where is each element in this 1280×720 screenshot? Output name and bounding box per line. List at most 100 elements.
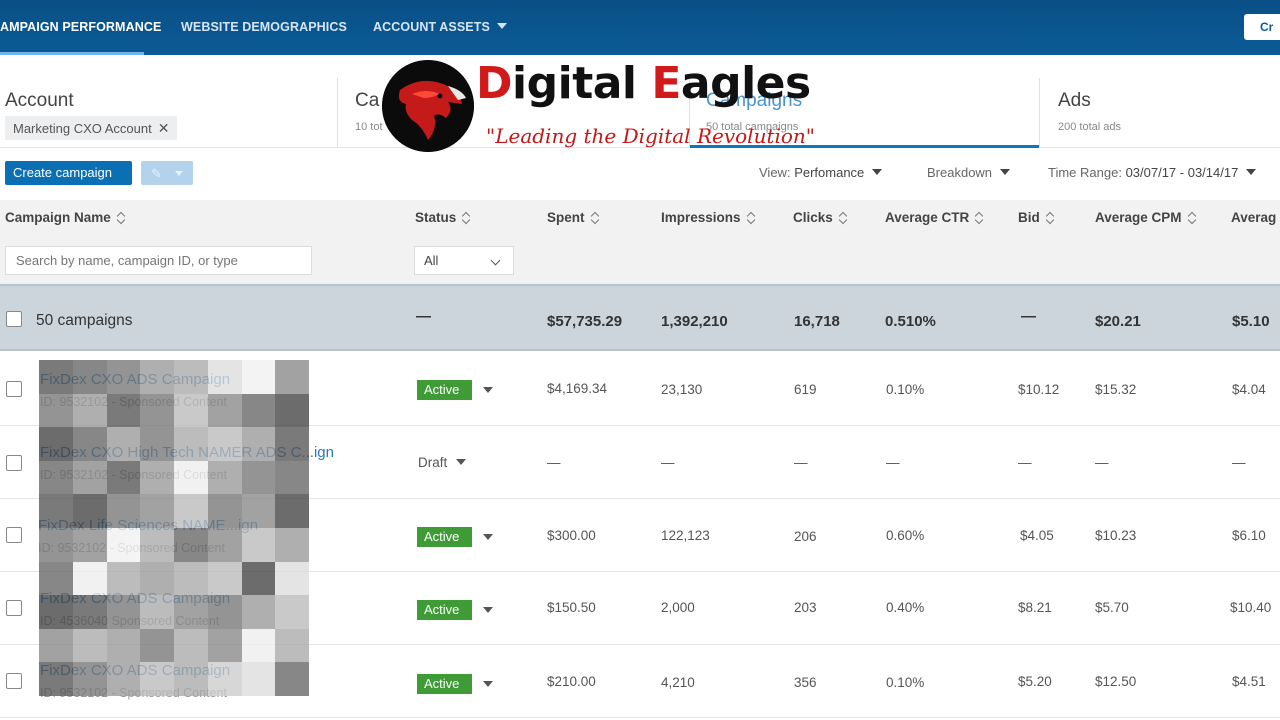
cell-cpm: $12.50 bbox=[1095, 674, 1137, 689]
chevron-down-icon bbox=[1246, 169, 1257, 175]
view-dropdown[interactable]: View: Perfomance bbox=[759, 165, 883, 180]
chevron-down-icon[interactable] bbox=[483, 607, 493, 613]
table-row[interactable]: FixDex Life Sciences NAME...ign ID: 9532… bbox=[0, 499, 1280, 572]
panel-account[interactable]: Account Marketing CXO Account ✕ bbox=[0, 78, 338, 148]
campaign-name-link[interactable]: FixDex CXO ADS Campaign bbox=[40, 662, 230, 679]
col-average-ctr[interactable]: Average CTR bbox=[885, 210, 984, 225]
cell-ctr: — bbox=[886, 455, 900, 470]
col-status[interactable]: Status bbox=[415, 210, 471, 225]
logo-tagline: "Leading the Digital Revolution" bbox=[486, 124, 816, 148]
bulk-edit-button[interactable]: ✎ bbox=[141, 161, 193, 185]
cell-spent: — bbox=[547, 455, 561, 470]
cell-impressions: — bbox=[661, 455, 675, 470]
row-checkbox[interactable] bbox=[6, 455, 22, 471]
campaign-name-link[interactable]: FixDex CXO High Tech NAMER ADS C...ign bbox=[40, 444, 334, 461]
chevron-down-icon bbox=[175, 171, 183, 176]
totals-bid: — bbox=[1021, 308, 1036, 325]
logo-wordmark: Digital Eagles bbox=[476, 58, 811, 109]
filter-row: All bbox=[0, 236, 1280, 284]
account-chip-label: Marketing CXO Account bbox=[13, 121, 152, 136]
cell-avg: — bbox=[1232, 455, 1246, 470]
tab-campaign-performance[interactable]: AMPAIGN PERFORMANCE bbox=[0, 20, 161, 34]
cell-cpm: $15.32 bbox=[1095, 382, 1137, 397]
top-nav: AMPAIGN PERFORMANCE WEBSITE DEMOGRAPHICS… bbox=[0, 0, 1280, 55]
col-spent[interactable]: Spent bbox=[547, 210, 600, 225]
select-all-checkbox[interactable] bbox=[6, 311, 22, 327]
cell-clicks: 619 bbox=[794, 382, 817, 397]
sort-icon bbox=[747, 211, 756, 224]
time-range-dropdown[interactable]: Time Range: 03/07/17 - 03/14/17 bbox=[1048, 165, 1257, 180]
cell-impressions: 4,210 bbox=[661, 675, 695, 690]
col-bid[interactable]: Bid bbox=[1018, 210, 1055, 225]
row-checkbox[interactable] bbox=[6, 600, 22, 616]
tab-website-demographics[interactable]: WEBSITE DEMOGRAPHICS bbox=[181, 20, 347, 34]
cell-ctr: 0.10% bbox=[886, 382, 925, 397]
totals-impressions: 1,392,210 bbox=[661, 313, 728, 330]
status-badge: Active bbox=[417, 380, 472, 400]
cell-cpm: $5.70 bbox=[1095, 600, 1129, 615]
tab-account-assets[interactable]: ACCOUNT ASSETS bbox=[373, 20, 507, 34]
row-checkbox[interactable] bbox=[6, 381, 22, 397]
col-campaign-name[interactable]: Campaign Name bbox=[5, 210, 126, 225]
create-menu-button[interactable]: Cr bbox=[1244, 14, 1280, 40]
breakdown-label: Breakdown bbox=[927, 165, 993, 180]
status-badge: Active bbox=[417, 527, 472, 547]
status-dropdown[interactable]: Draft bbox=[418, 455, 467, 470]
close-icon[interactable]: ✕ bbox=[158, 120, 170, 136]
totals-clicks: 16,718 bbox=[794, 313, 840, 330]
digital-eagles-logo: Digital Eagles "Leading the Digital Revo… bbox=[380, 58, 840, 156]
status-filter-select[interactable]: All bbox=[414, 246, 514, 275]
row-checkbox[interactable] bbox=[6, 673, 22, 689]
cell-impressions: 23,130 bbox=[661, 382, 703, 397]
time-range-label: Time Range: bbox=[1048, 165, 1122, 180]
chevron-down-icon[interactable] bbox=[483, 387, 493, 393]
col-average-cpc[interactable]: Averag bbox=[1231, 210, 1276, 225]
panel-ads-title: Ads bbox=[1058, 90, 1091, 111]
cell-impressions: 2,000 bbox=[661, 600, 695, 615]
sort-icon bbox=[1188, 211, 1197, 224]
chevron-down-icon bbox=[456, 459, 467, 465]
chevron-down-icon[interactable] bbox=[483, 534, 493, 540]
cell-spent: $4,169.34 bbox=[547, 381, 608, 396]
table-row[interactable]: FixDex CXO ADS Campaign ID: 9532102 - Sp… bbox=[0, 645, 1280, 718]
totals-row: 50 campaigns — $57,735.29 1,392,210 16,7… bbox=[0, 284, 1280, 351]
status-filter-value: All bbox=[424, 253, 439, 268]
tab-account-assets-label: ACCOUNT ASSETS bbox=[373, 20, 490, 34]
chevron-down-icon[interactable] bbox=[483, 681, 493, 687]
view-label: View: bbox=[759, 165, 791, 180]
cell-bid: $8.21 bbox=[1018, 600, 1052, 615]
col-average-cpm[interactable]: Average CPM bbox=[1095, 210, 1197, 225]
totals-spent: $57,735.29 bbox=[547, 313, 623, 330]
sort-icon bbox=[462, 211, 471, 224]
view-value: Perfomance bbox=[794, 165, 865, 180]
campaign-name-link[interactable]: FixDex CXO ADS Campaign bbox=[40, 371, 230, 388]
cell-spent: $300.00 bbox=[547, 528, 596, 543]
status-badge: Active bbox=[417, 600, 472, 620]
cell-clicks: 203 bbox=[794, 600, 817, 615]
col-clicks[interactable]: Clicks bbox=[793, 210, 848, 225]
panel-ads[interactable]: Ads 200 total ads bbox=[1040, 78, 1280, 148]
cell-avg: $4.04 bbox=[1232, 382, 1266, 397]
create-campaign-button[interactable]: Create campaign bbox=[5, 161, 132, 185]
cell-cpm: — bbox=[1095, 455, 1109, 470]
chevron-down-icon bbox=[490, 255, 501, 266]
panel-account-title: Account bbox=[5, 90, 74, 111]
table-row[interactable]: FixDex CXO ADS Campaign ID: 9532102 - Sp… bbox=[0, 353, 1280, 426]
row-checkbox[interactable] bbox=[6, 527, 22, 543]
campaign-id: ID: 4536040 Sponsored Content bbox=[40, 614, 220, 628]
totals-ctr: 0.510% bbox=[885, 313, 936, 330]
sort-icon bbox=[839, 211, 848, 224]
sort-icon bbox=[591, 211, 600, 224]
chevron-down-icon bbox=[496, 23, 507, 29]
active-tab-indicator bbox=[0, 52, 144, 55]
campaign-name-link[interactable]: FixDex Life Sciences NAME...ign bbox=[38, 517, 258, 534]
cell-ctr: 0.40% bbox=[886, 600, 925, 615]
breakdown-dropdown[interactable]: Breakdown bbox=[927, 165, 1011, 180]
status-label: Draft bbox=[418, 455, 448, 470]
campaign-name-link[interactable]: FixDex CXO ADS Campaign bbox=[40, 590, 230, 607]
table-row[interactable]: FixDex CXO High Tech NAMER ADS C...ign I… bbox=[0, 426, 1280, 499]
search-input[interactable] bbox=[5, 246, 312, 275]
cell-avg: $6.10 bbox=[1232, 528, 1266, 543]
table-row[interactable]: FixDex CXO ADS Campaign ID: 4536040 Spon… bbox=[0, 572, 1280, 645]
col-impressions[interactable]: Impressions bbox=[661, 210, 756, 225]
